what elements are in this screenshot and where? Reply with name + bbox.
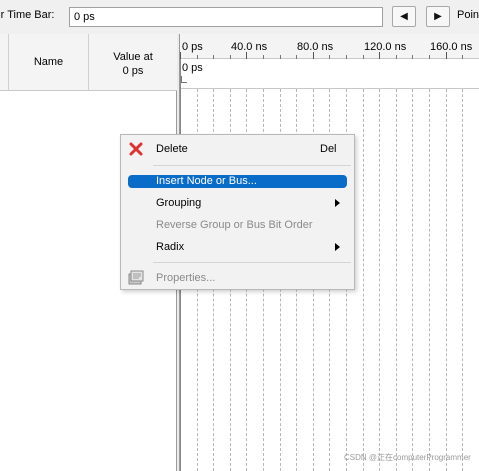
menu-item-label: Delete (156, 143, 188, 155)
waveform-editor-window: ster Time Bar: 0 ps ◀ ▶ Point Name Value… (0, 0, 479, 471)
next-transition-button[interactable]: ▶ (426, 6, 450, 27)
ruler-tick-label: 40.0 ns (231, 41, 268, 53)
ruler-tick-mark (246, 52, 247, 59)
ruler-tick-mark (180, 52, 181, 59)
ruler-tick-label: 0 ps (182, 41, 203, 53)
menu-item-label: Reverse Group or Bus Bit Order (156, 219, 313, 231)
menu-item-delete[interactable]: Delete Del (121, 139, 354, 159)
menu-item-properties: Properties... (121, 268, 354, 288)
delete-x-icon (129, 142, 143, 156)
menu-item-insert-node-or-bus[interactable]: Insert Node or Bus... (121, 171, 354, 191)
menu-item-grouping[interactable]: Grouping (121, 193, 354, 213)
submenu-arrow-icon (335, 243, 340, 251)
previous-transition-button[interactable]: ◀ (392, 6, 416, 27)
time-cursor-label: 0 ps (182, 62, 203, 74)
menu-item-reverse-group-or-bus-bit-order: Reverse Group or Bus Bit Order (121, 215, 354, 235)
name-header-label: Name (33, 56, 64, 68)
master-time-bar-label: ster Time Bar: (0, 9, 55, 21)
gridline (363, 89, 364, 471)
menu-separator (153, 165, 351, 166)
master-time-bar-field[interactable]: 0 ps (69, 7, 383, 27)
ruler-tick-label: 120.0 ns (364, 41, 407, 53)
time-toolbar: ster Time Bar: 0 ps ◀ ▶ Point (0, 0, 479, 34)
menu-item-label: Insert Node or Bus... (156, 175, 257, 187)
ruler-tick-mark (379, 52, 380, 59)
menu-item-label: Grouping (156, 197, 202, 209)
menu-item-radix[interactable]: Radix (121, 237, 354, 257)
row-marker-header (0, 34, 9, 91)
value-column-header[interactable]: Value at 0 ps (89, 34, 177, 91)
gridline (429, 89, 430, 471)
time-cursor-row[interactable]: 0 ps (180, 59, 479, 89)
menu-item-label: Radix (156, 241, 185, 253)
gridline (462, 89, 463, 471)
ruler-tick-label: 160.0 ns (430, 41, 473, 53)
menu-item-shortcut: Del (320, 143, 337, 155)
menu-separator (153, 262, 351, 263)
watermark: CSDN @正在computerProgrammer (344, 453, 471, 462)
gridline (379, 89, 380, 471)
time-cursor-flag-icon[interactable] (181, 76, 187, 83)
gridline (446, 89, 447, 471)
gridline (396, 89, 397, 471)
menu-item-label: Properties... (156, 272, 216, 284)
ruler-tick-mark (446, 52, 447, 59)
time-ruler[interactable]: 0 ps 40.0 ns 80.0 ns 120.0 ns 160.0 ns (180, 34, 479, 59)
ruler-tick-label: 80.0 ns (297, 41, 334, 53)
gridline (412, 89, 413, 471)
submenu-arrow-icon (335, 199, 340, 207)
ruler-tick-mark (313, 52, 314, 59)
properties-icon (128, 270, 144, 285)
pointer-label: Point (457, 9, 479, 21)
context-menu: Delete Del Insert Node or Bus... Groupin… (120, 134, 355, 290)
value-header-line2: 0 ps (122, 65, 144, 77)
value-header-line1: Value at (113, 51, 153, 63)
name-column-header[interactable]: Name (9, 34, 89, 91)
